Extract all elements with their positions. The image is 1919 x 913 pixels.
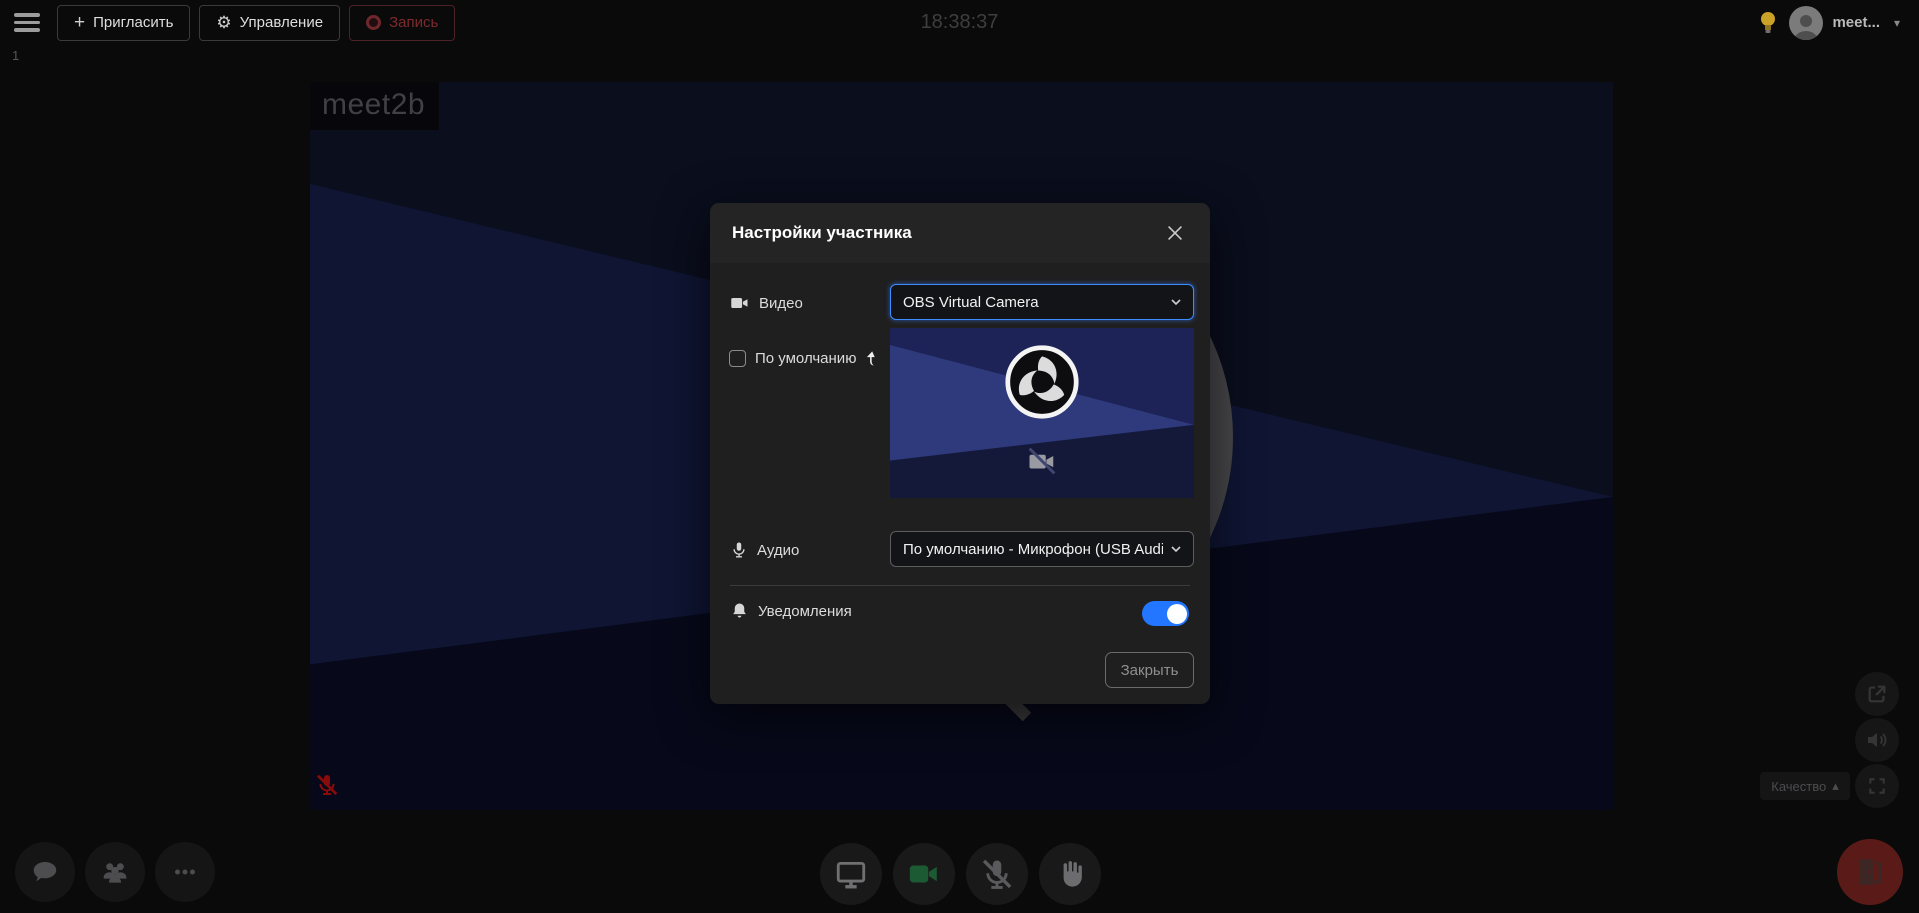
chevron-down-icon [1168,294,1184,310]
dialog-header: Настройки участника [710,203,1210,263]
lightbulb-icon [1758,10,1778,36]
video-camera-icon [730,293,750,313]
invite-label: Пригласить [93,14,173,31]
video-device-select[interactable]: OBS Virtual Camera [890,284,1194,320]
video-setting-label: Видео [730,293,803,313]
raised-hand-icon [1054,858,1086,890]
page-indicator: 1 [12,48,19,63]
fullscreen-button[interactable] [1855,764,1899,808]
more-options-button[interactable] [155,842,215,902]
microphone-icon [730,540,748,560]
camera-off-icon [1027,446,1057,476]
screen-share-icon [834,857,868,891]
quality-button[interactable]: Качество ▴ [1760,772,1850,800]
audio-device-value: По умолчанию - Микрофон (USB Audio Devic… [903,541,1163,558]
record-icon [366,15,381,30]
external-link-icon [1866,683,1888,705]
main-menu-button[interactable] [14,8,48,38]
chevron-down-icon: ▾ [1889,16,1905,30]
chevron-down-icon [1168,541,1184,557]
checkbox[interactable] [729,350,746,367]
speaker-volume-button[interactable] [1855,718,1899,762]
record-button[interactable]: Запись [349,5,455,41]
leave-meeting-button[interactable] [1837,839,1903,905]
ellipsis-icon [170,857,200,887]
toggle-knob [1167,604,1187,624]
camera-toggle-button[interactable] [893,843,955,905]
speaker-icon [1865,728,1889,752]
camera-preview [890,328,1194,498]
avatar[interactable] [1789,6,1823,40]
open-in-new-window-button[interactable] [1855,672,1899,716]
participant-name-badge: meet2b [310,82,439,130]
invite-button[interactable]: + Пригласить [57,5,190,41]
mic-muted-icon [980,857,1014,891]
exit-door-icon [1853,855,1887,889]
set-default-arrow-icon [863,349,880,368]
manage-label: Управление [240,14,323,31]
hamburger-icon [14,13,40,17]
chat-button[interactable] [15,842,75,902]
bell-icon [730,601,749,621]
close-dialog-button[interactable] [1162,220,1188,246]
obs-logo-icon [1004,344,1080,420]
participant-settings-dialog: Настройки участника Видео OBS Virtual Ca… [710,203,1210,704]
notifications-toggle[interactable] [1142,601,1189,626]
fullscreen-icon [1867,776,1887,796]
user-name: meet... [1832,14,1880,31]
caret-up-icon: ▴ [1832,778,1839,794]
camera-on-icon [907,857,941,891]
manage-button[interactable]: ⚙ Управление [199,5,340,41]
gear-icon: ⚙ [216,14,231,31]
user-menu-button[interactable]: ▾ [1889,8,1905,38]
share-screen-button[interactable] [820,843,882,905]
dialog-title: Настройки участника [732,223,912,243]
participants-icon [99,856,131,888]
default-device-checkbox-row[interactable]: По умолчанию [729,349,880,368]
top-bar: + Пригласить ⚙ Управление Запись 18:38:3… [0,0,1919,45]
participants-button[interactable] [85,842,145,902]
record-label: Запись [389,14,438,31]
raise-hand-button[interactable] [1039,843,1101,905]
default-device-label: По умолчанию [755,350,856,367]
divider [730,585,1190,586]
audio-setting-label: Аудио [730,540,799,560]
tips-button[interactable] [1758,8,1780,38]
close-button[interactable]: Закрыть [1105,652,1194,688]
mic-toggle-button[interactable] [966,843,1028,905]
quality-label: Качество [1771,779,1826,794]
plus-icon: + [74,13,85,32]
audio-device-select[interactable]: По умолчанию - Микрофон (USB Audio Devic… [890,531,1194,567]
notifications-setting-label: Уведомления [730,601,852,621]
close-icon [1164,222,1186,244]
meeting-app: + Пригласить ⚙ Управление Запись 18:38:3… [0,0,1919,913]
chat-icon [30,857,60,887]
video-device-value: OBS Virtual Camera [903,294,1039,311]
mic-muted-indicator-icon [315,773,339,802]
person-icon [1789,9,1823,40]
